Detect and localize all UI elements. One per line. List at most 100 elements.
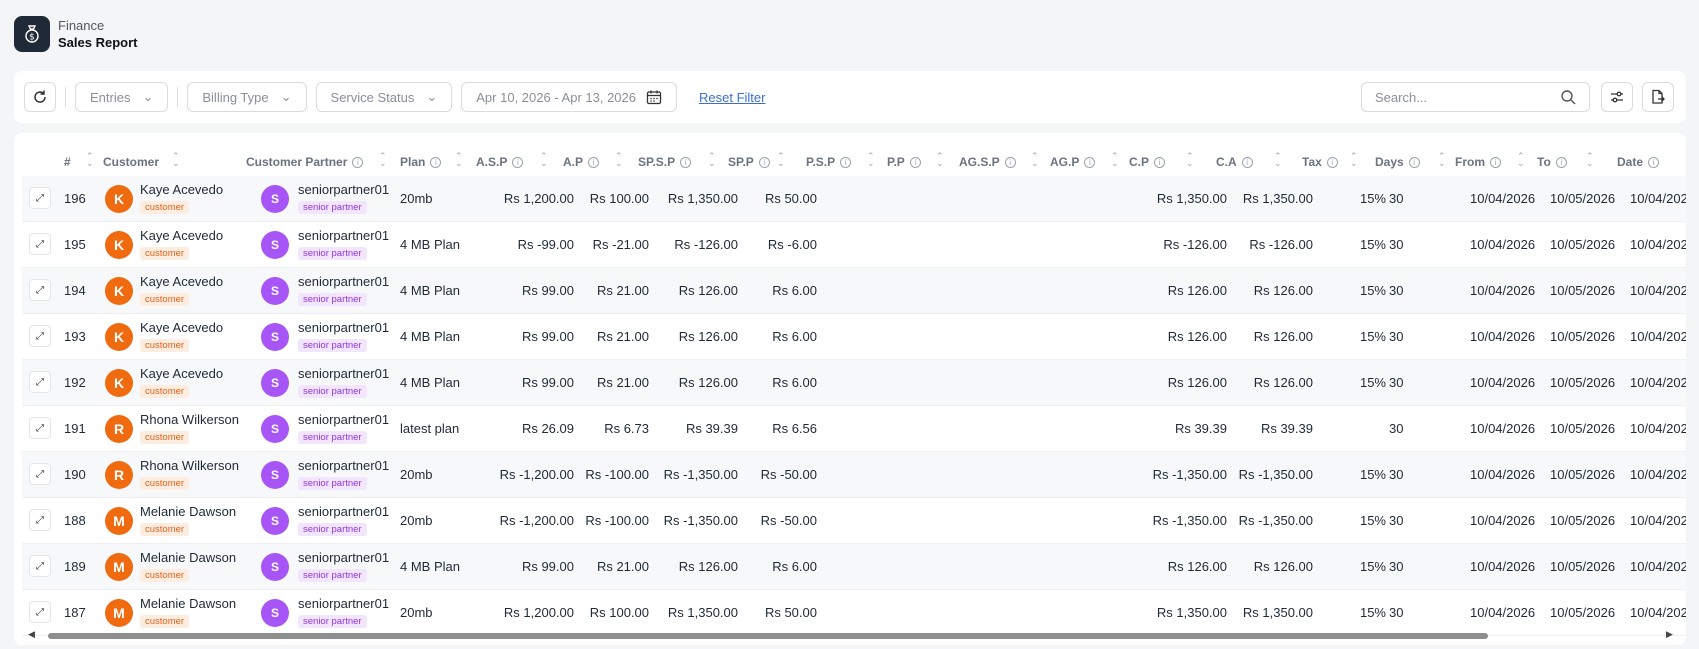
col-plan[interactable]: Plan i: [400, 155, 442, 169]
partner-name[interactable]: seniorpartner01: [298, 412, 389, 427]
partner-name[interactable]: seniorpartner01: [298, 366, 389, 381]
sort-icon[interactable]: ⌃ ⌄: [379, 152, 387, 168]
customer-name[interactable]: Rhona Wilkerson: [140, 458, 239, 473]
column-settings-button[interactable]: [1601, 82, 1633, 112]
customer-name[interactable]: Kaye Acevedo: [140, 320, 223, 335]
table-row: ⤢ 193 K Kaye Acevedo customer Sseniorpartner0…: [22, 314, 1686, 360]
expand-icon[interactable]: ⤢: [29, 187, 51, 209]
expand-icon[interactable]: ⤢: [29, 233, 51, 255]
scroll-left-icon[interactable]: ◀: [28, 629, 35, 640]
col-from[interactable]: From i: [1455, 155, 1501, 169]
sort-icon[interactable]: ⌃ ⌄: [1586, 152, 1594, 168]
scrollbar-thumb[interactable]: [48, 633, 1488, 639]
cell-from: 10/04/2026: [1470, 421, 1536, 436]
partner-name[interactable]: seniorpartner01: [298, 228, 389, 243]
sliders-icon: [1611, 91, 1623, 103]
expand-icon[interactable]: ⤢: [29, 601, 51, 623]
sort-icon[interactable]: ⌃ ⌄: [1438, 152, 1446, 168]
partner-name[interactable]: seniorpartner01: [298, 596, 389, 611]
customer-name[interactable]: Melanie Dawson: [140, 504, 236, 519]
cell-num: 195: [64, 237, 86, 252]
cell-from: 10/04/2026: [1470, 467, 1536, 482]
sort-icon[interactable]: ⌃ ⌄: [86, 152, 94, 168]
col-spp[interactable]: SP.P i: [728, 155, 770, 169]
sort-icon[interactable]: ⌃ ⌄: [777, 152, 785, 168]
cell-date: 10/04/202: [1630, 421, 1686, 436]
col-date[interactable]: Date i: [1617, 155, 1660, 169]
sort-icon[interactable]: ⌃ ⌄: [615, 152, 623, 168]
col-spsp[interactable]: SP.S.P i: [638, 155, 692, 169]
partner-name[interactable]: seniorpartner01: [298, 504, 389, 519]
sort-icon[interactable]: ⌃ ⌄: [172, 152, 180, 168]
cell-days: 30: [1389, 375, 1404, 390]
sort-icon[interactable]: ⌃ ⌄: [1111, 152, 1119, 168]
cell-ca: Rs 1,350.00: [1242, 605, 1313, 620]
partner-name[interactable]: seniorpartner01: [298, 458, 389, 473]
customer-avatar: R: [105, 415, 133, 443]
date-range-picker[interactable]: Apr 10, 2026 - Apr 13, 2026: [461, 82, 677, 112]
expand-icon[interactable]: ⤢: [29, 555, 51, 577]
expand-icon[interactable]: ⤢: [29, 371, 51, 393]
sort-icon[interactable]: ⌃ ⌄: [1517, 152, 1525, 168]
col-pp[interactable]: P.P i: [887, 155, 921, 169]
billing-type-dropdown[interactable]: Billing Type ⌄: [187, 82, 307, 112]
col-psp[interactable]: P.S.P i: [806, 155, 852, 169]
sort-icon[interactable]: ⌃ ⌄: [1031, 152, 1039, 168]
col-customer[interactable]: Customer: [103, 155, 159, 169]
reset-filter-link[interactable]: Reset Filter: [699, 90, 765, 105]
cell-ap: Rs 21.00: [596, 375, 649, 390]
entries-dropdown[interactable]: Entries ⌄: [75, 82, 169, 112]
customer-name[interactable]: Kaye Acevedo: [140, 182, 223, 197]
cell-days: 30: [1389, 421, 1404, 436]
partner-name[interactable]: seniorpartner01: [298, 182, 389, 197]
partner-name[interactable]: seniorpartner01: [298, 550, 389, 565]
customer-name[interactable]: Kaye Acevedo: [140, 366, 223, 381]
col-agp[interactable]: AG.P i: [1050, 155, 1096, 169]
sort-icon[interactable]: ⌃ ⌄: [708, 152, 716, 168]
col-to[interactable]: To i: [1537, 155, 1567, 169]
scroll-right-icon[interactable]: ▶: [1666, 629, 1673, 640]
col-ca[interactable]: C.A i: [1216, 155, 1253, 169]
sort-icon[interactable]: ⌃ ⌄: [1350, 152, 1358, 168]
sort-icon[interactable]: ⌃ ⌄: [936, 152, 944, 168]
export-button[interactable]: [1642, 82, 1674, 112]
horizontal-scrollbar[interactable]: ◀ ▶: [22, 629, 1686, 641]
expand-icon[interactable]: ⤢: [29, 325, 51, 347]
partner-avatar: S: [261, 231, 289, 259]
sort-icon[interactable]: ⌃ ⌄: [1186, 152, 1194, 168]
customer-name[interactable]: Kaye Acevedo: [140, 228, 223, 243]
customer-name[interactable]: Melanie Dawson: [140, 550, 236, 565]
col-tax[interactable]: Tax i: [1302, 155, 1338, 169]
refresh-button[interactable]: [24, 82, 56, 112]
col-num[interactable]: #: [64, 155, 71, 169]
customer-name[interactable]: Rhona Wilkerson: [140, 412, 239, 427]
col-cp[interactable]: C.P i: [1129, 155, 1166, 169]
col-agsp[interactable]: AG.S.P i: [959, 155, 1016, 169]
info-icon: i: [1084, 156, 1096, 168]
expand-icon[interactable]: ⤢: [29, 463, 51, 485]
expand-icon[interactable]: ⤢: [29, 417, 51, 439]
sort-icon[interactable]: ⌃ ⌄: [540, 152, 548, 168]
cell-spsp: Rs 126.00: [678, 329, 738, 344]
cell-date: 10/04/202: [1630, 467, 1686, 482]
expand-icon[interactable]: ⤢: [29, 509, 51, 531]
col-asp[interactable]: A.S.P i: [476, 155, 524, 169]
customer-name[interactable]: Kaye Acevedo: [140, 274, 223, 289]
sort-icon[interactable]: ⌃ ⌄: [1274, 152, 1282, 168]
table-row: ⤢ 190 R Rhona Wilkerson customer Sseniorpartn…: [22, 452, 1686, 498]
cell-to: 10/05/2026: [1550, 421, 1616, 436]
service-status-dropdown[interactable]: Service Status ⌄: [315, 82, 453, 112]
cell-plan: 20mb: [400, 605, 433, 620]
partner-name[interactable]: seniorpartner01: [298, 320, 389, 335]
customer-name[interactable]: Melanie Dawson: [140, 596, 236, 611]
col-customer-partner[interactable]: Customer Partner i: [246, 155, 364, 169]
col-days[interactable]: Days i: [1375, 155, 1420, 169]
table-row: ⤢ 194 K Kaye Acevedo customer Sseniorpartner0…: [22, 268, 1686, 314]
col-ap[interactable]: A.P i: [563, 155, 600, 169]
search-input[interactable]: Search...: [1361, 82, 1590, 112]
expand-icon[interactable]: ⤢: [29, 279, 51, 301]
sort-icon[interactable]: ⌃ ⌄: [867, 152, 875, 168]
partner-name[interactable]: seniorpartner01: [298, 274, 389, 289]
customer-avatar: M: [105, 507, 133, 535]
sort-icon[interactable]: ⌃ ⌄: [455, 152, 463, 168]
